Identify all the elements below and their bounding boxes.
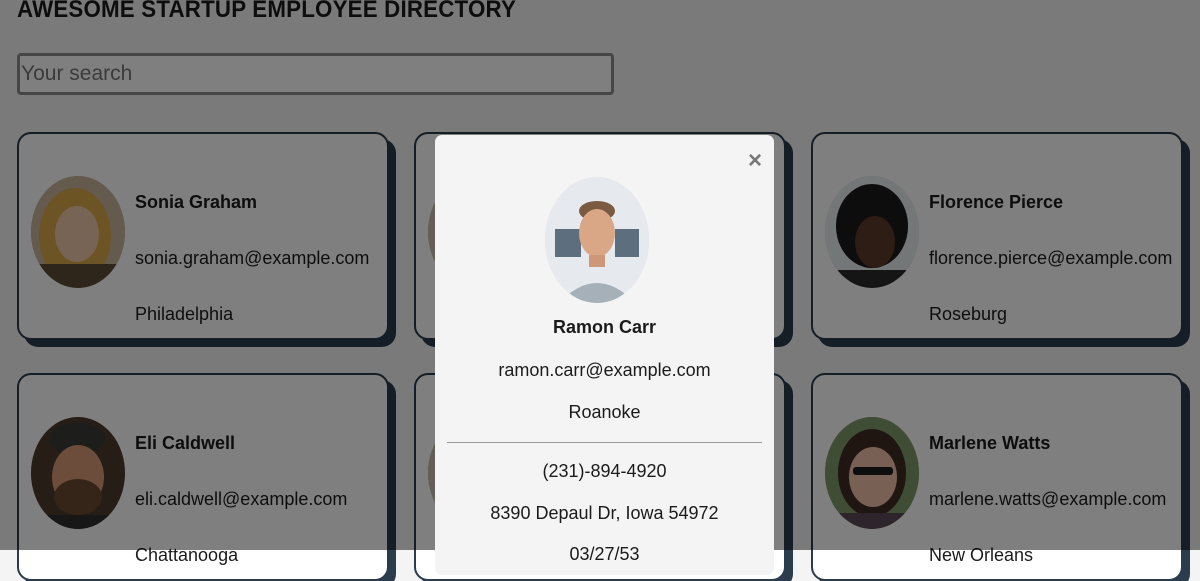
divider	[447, 442, 762, 443]
modal-employee-city: Roanoke	[568, 402, 641, 422]
modal-employee-name: Ramon Carr	[552, 317, 657, 337]
close-icon[interactable]: ×	[748, 149, 762, 173]
modal-employee-birthday: 03/27/53	[569, 544, 640, 564]
modal-employee-email: ramon.carr@example.com	[498, 360, 711, 380]
avatar	[545, 177, 649, 303]
modal-employee-address: 8390 Depaul Dr, Iowa 54972	[490, 503, 719, 523]
modal-employee-phone: (231)-894-4920	[542, 461, 667, 481]
employee-detail-modal: × Ramon Carr ramon.carr@example.com Roan…	[435, 135, 774, 575]
